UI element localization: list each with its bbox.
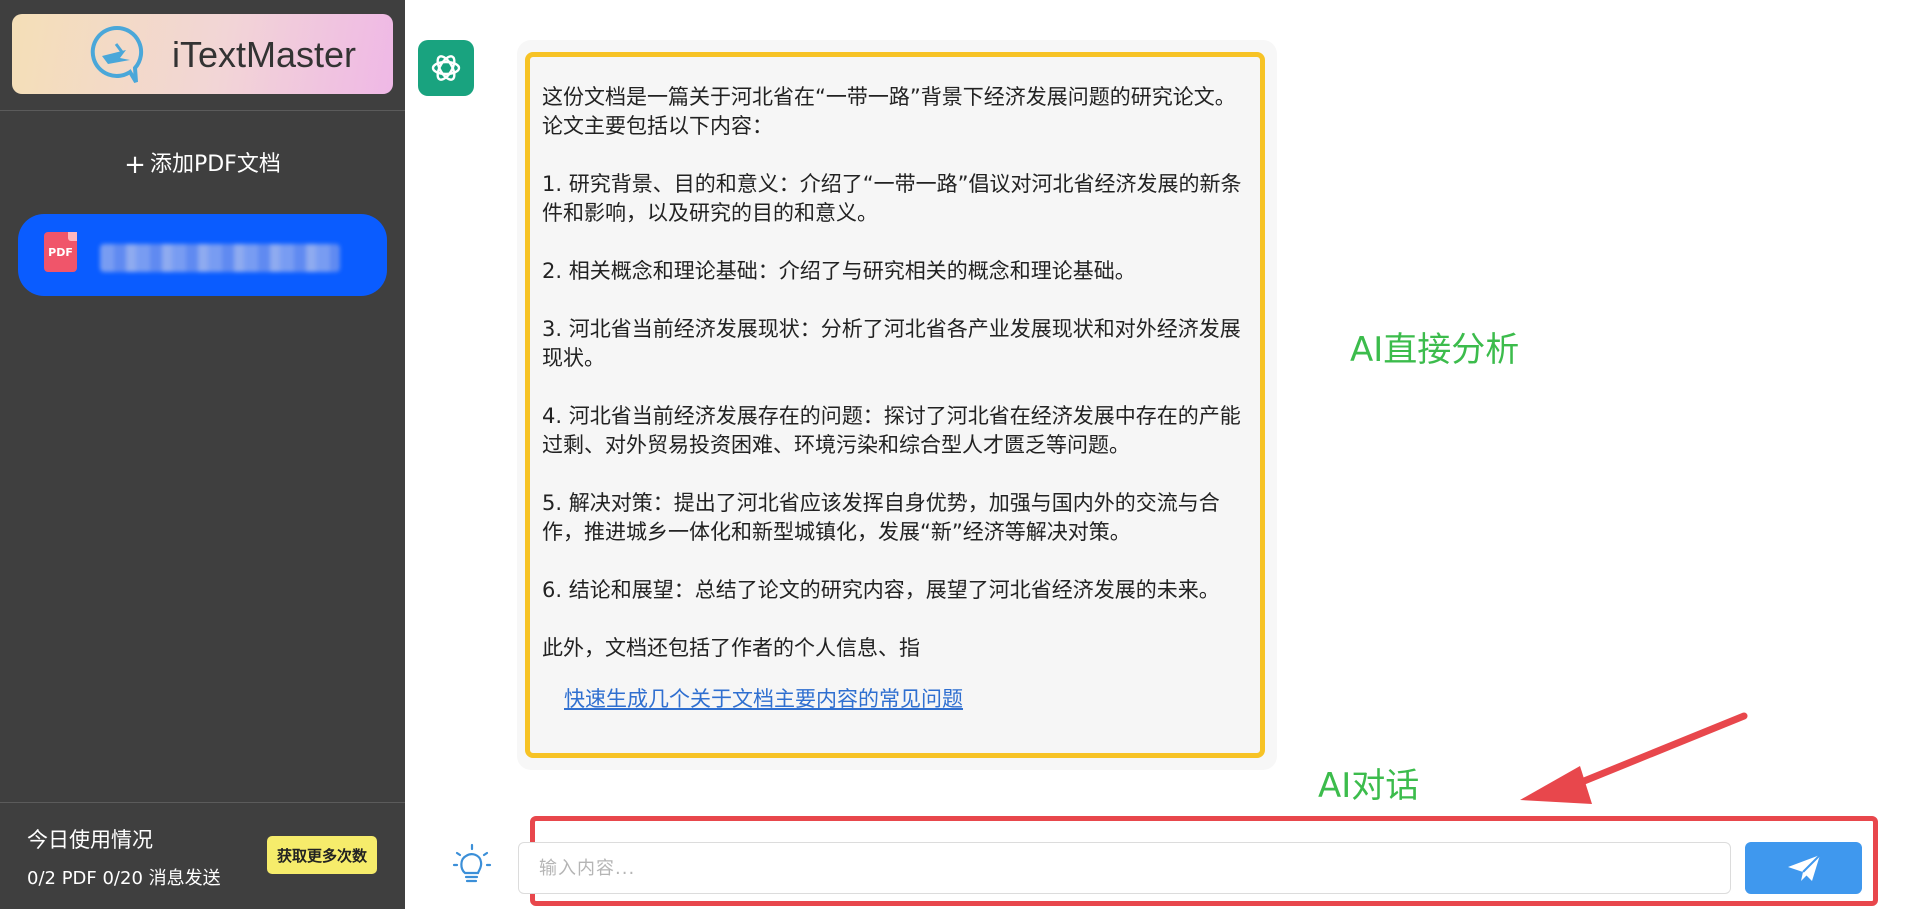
lightbulb-icon[interactable] [452,843,492,889]
chatgpt-icon [431,55,461,81]
sidebar: iTextMaster + 添加PDF文档 PDF 今日使用情况 0/2 PDF … [0,0,405,909]
quick-question-link[interactable]: 快速生成几个关于文档主要内容的常见问题 [564,685,1248,714]
logo-icon [90,25,144,84]
ai-response-message: 这份文档是一篇关于河北省在“一带一路”背景下经济发展问题的研究论文。论文主要包括… [525,52,1265,758]
send-button[interactable] [1745,842,1862,894]
message-paragraph: 1. 研究背景、目的和意义：介绍了“一带一路”倡议对河北省经济发展的新条件和影响… [542,172,1242,225]
usage-stats: 0/2 PDF 0/20 消息发送 [27,868,221,889]
message-paragraph: 5. 解决对策：提出了河北省应该发挥自身优势，加强与国内外的交流与合作，推进城乡… [542,491,1220,544]
sidebar-item-document[interactable]: PDF [18,214,387,296]
message-input[interactable] [518,842,1731,894]
pdf-icon: PDF [44,232,77,272]
arrow-annotation [1520,712,1748,804]
add-pdf-button[interactable]: + 添加PDF文档 [0,146,405,180]
message-paragraph: 6. 结论和展望：总结了论文的研究内容，展望了河北省经济发展的未来。 [542,578,1220,602]
message-paragraph: 这份文档是一篇关于河北省在“一带一路”背景下经济发展问题的研究论文。论文主要包括… [542,85,1236,138]
annotation-ai-analysis: AI直接分析 [1350,330,1520,370]
sidebar-divider [0,110,405,111]
message-paragraph: 2. 相关概念和理论基础：介绍了与研究相关的概念和理论基础。 [542,259,1136,283]
document-name-redacted [100,244,340,272]
add-pdf-label: 添加PDF文档 [149,152,281,177]
annotation-ai-chat: AI对话 [1318,766,1420,806]
usage-divider [0,802,405,803]
bot-avatar [418,40,474,96]
send-icon [1787,854,1821,881]
usage-title: 今日使用情况 [27,828,153,852]
app-title: iTextMaster [172,34,357,75]
get-more-button[interactable]: 获取更多次数 [267,836,377,874]
message-paragraph: 4. 河北省当前经济发展存在的问题：探讨了河北省在经济发展中存在的产能过剩、对外… [542,404,1241,457]
message-paragraph: 3. 河北省当前经济发展现状：分析了河北省各产业发展现状和对外经济发展现状。 [542,317,1241,370]
app-logo[interactable]: iTextMaster [12,14,393,94]
message-paragraph: 此外，文档还包括了作者的个人信息、指 [542,636,920,660]
plus-icon: + [124,150,146,180]
